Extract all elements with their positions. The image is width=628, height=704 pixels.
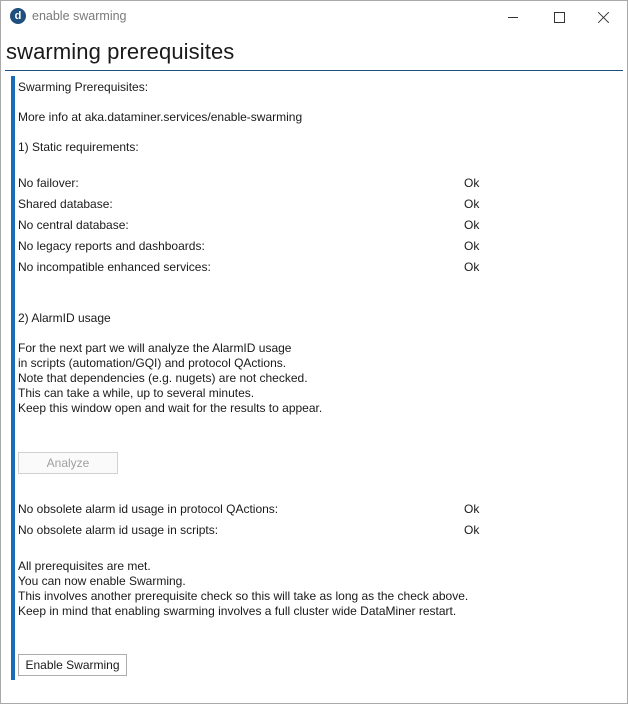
- alarmid-description-line: For the next part we will analyze the Al…: [18, 341, 292, 355]
- alarmid-heading: 2) AlarmID usage: [18, 311, 111, 325]
- prerequisites-heading: Swarming Prerequisites:: [18, 80, 149, 94]
- check-label-central-database: No central database:: [18, 218, 129, 232]
- check-label-legacy-reports: No legacy reports and dashboards:: [18, 239, 205, 253]
- more-info-text: More info at aka.dataminer.services/enab…: [18, 110, 303, 124]
- alarmid-description-line: This can take a while, up to several min…: [18, 386, 255, 400]
- minimize-icon: [508, 16, 518, 18]
- check-status-legacy-reports: Ok: [464, 239, 480, 253]
- check-label-scripts: No obsolete alarm id usage in scripts:: [18, 523, 219, 537]
- check-status-failover: Ok: [464, 176, 480, 190]
- result-line: All prerequisites are met.: [18, 559, 151, 573]
- result-line: Keep in mind that enabling swarming invo…: [18, 604, 457, 618]
- dataminer-logo-icon: d: [10, 8, 26, 24]
- alarmid-description-line: Keep this window open and wait for the r…: [18, 401, 323, 415]
- enable-swarming-button[interactable]: Enable Swarming: [18, 654, 127, 676]
- check-label-failover: No failover:: [18, 176, 79, 190]
- title-divider: [5, 70, 623, 71]
- check-label-shared-database: Shared database:: [18, 197, 113, 211]
- check-label-enhanced-services: No incompatible enhanced services:: [18, 260, 211, 274]
- static-requirements-heading: 1) Static requirements:: [18, 140, 139, 154]
- window-title: enable swarming: [32, 9, 127, 23]
- analyze-button[interactable]: Analyze: [18, 452, 118, 474]
- result-line: This involves another prerequisite check…: [18, 589, 469, 603]
- check-status-shared-database: Ok: [464, 197, 480, 211]
- check-status-central-database: Ok: [464, 218, 480, 232]
- minimize-button[interactable]: [490, 1, 536, 33]
- maximize-icon: [553, 11, 565, 23]
- alarmid-description-line: in scripts (automation/GQI) and protocol…: [18, 356, 287, 370]
- result-line: You can now enable Swarming.: [18, 574, 186, 588]
- check-status-scripts: Ok: [464, 523, 480, 537]
- alarmid-description-line: Note that dependencies (e.g. nugets) are…: [18, 371, 308, 385]
- content-accent-bar: [11, 76, 15, 680]
- check-label-qactions: No obsolete alarm id usage in protocol Q…: [18, 502, 279, 516]
- close-button[interactable]: [581, 1, 627, 33]
- close-icon: [598, 11, 610, 23]
- check-status-enhanced-services: Ok: [464, 260, 480, 274]
- page-title: swarming prerequisites: [6, 39, 235, 64]
- title-bar[interactable]: d enable swarming: [1, 1, 627, 33]
- check-status-qactions: Ok: [464, 502, 480, 516]
- maximize-button[interactable]: [536, 1, 582, 33]
- dialog-window: d enable swarming swarming prerequisites…: [0, 0, 628, 704]
